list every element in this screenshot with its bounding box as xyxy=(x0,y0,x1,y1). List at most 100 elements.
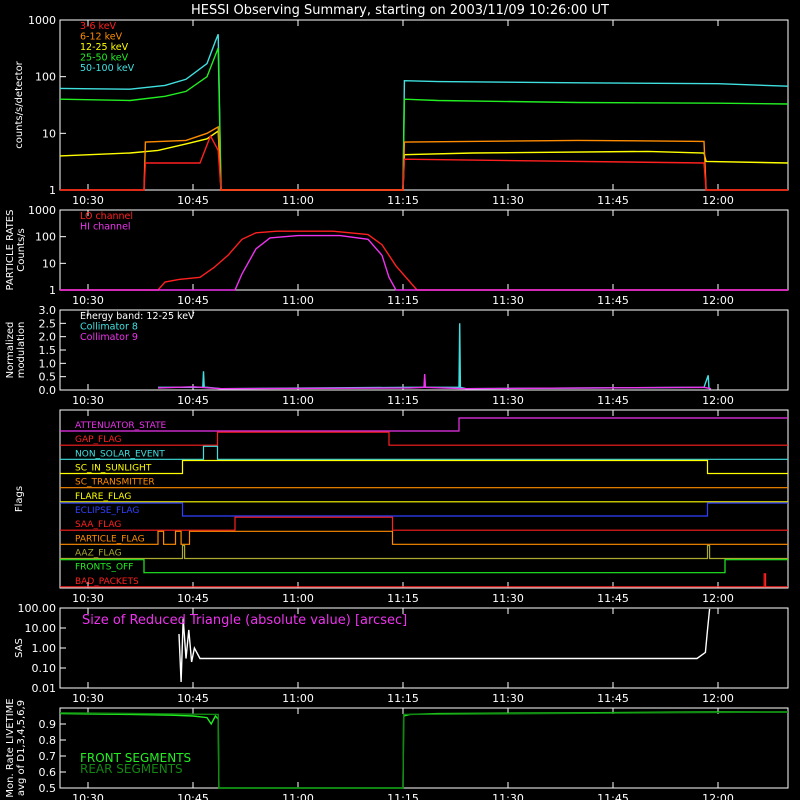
flags-frame xyxy=(59,409,789,589)
modulation-y-tick-label: 0.5 xyxy=(39,371,57,384)
modulation-y-label-2: modulation xyxy=(16,322,27,379)
livetime-x-tick-label: 11:00 xyxy=(282,792,314,800)
sas-y-tick-label: 0.10 xyxy=(32,662,57,675)
counts-legend-entry: 12-25 keV xyxy=(80,42,129,53)
livetime-series-rear-segments xyxy=(59,711,789,789)
counts-x-tick-label: 11:00 xyxy=(282,194,314,207)
counts-y-tick-label: 1000 xyxy=(28,14,56,27)
flag-line-bad-packets xyxy=(60,573,788,588)
livetime-y-tick-label: 0.9 xyxy=(39,718,57,731)
counts-legend-entry: 50-100 keV xyxy=(80,63,135,74)
sas-x-tick-label: 10:30 xyxy=(72,692,104,705)
counts-series-3-6-kev xyxy=(60,134,788,191)
flags-x-tick-label: 10:45 xyxy=(177,592,209,605)
flags-x-tick-label: 10:30 xyxy=(72,592,104,605)
modulation-legend-entry: Collimator 8 xyxy=(80,322,138,333)
counts-y-tick-label: 1 xyxy=(49,184,56,197)
livetime-x-tick-label: 10:45 xyxy=(177,792,209,800)
livetime-x-tick-label: 12:00 xyxy=(702,792,734,800)
sas-x-tick-label: 11:15 xyxy=(387,692,419,705)
flag-label-fronts-off: FRONTS_OFF xyxy=(75,563,133,573)
modulation-legend-entry: Energy band: 12-25 keV xyxy=(80,311,195,322)
counts-x-tick-label: 11:15 xyxy=(387,194,419,207)
particle-y-tick-label: 1 xyxy=(49,284,56,297)
modulation-y-tick-label: 0.0 xyxy=(39,384,57,397)
flag-label-attenuator-state: ATTENUATOR_STATE xyxy=(75,421,167,431)
counts-legend-entry: 6-12 keV xyxy=(80,32,123,43)
flag-line-gap-flag xyxy=(60,431,788,446)
flag-label-flare-flag: FLARE_FLAG xyxy=(75,492,131,502)
flag-label-saa-flag: SAA_FLAG xyxy=(75,520,121,530)
particle-y-label-2: Counts/s xyxy=(16,228,27,272)
modulation-series-collimator-8 xyxy=(158,323,711,390)
flag-label-bad-packets: BAD_PACKETS xyxy=(75,577,139,587)
sas-y-tick-label: 1.00 xyxy=(32,642,57,655)
particle-legend-entry: LO channel xyxy=(80,211,133,222)
flags-y-label: Flags xyxy=(14,486,25,512)
particle-x-tick-label: 11:00 xyxy=(282,294,314,307)
plot-title: HESSI Observing Summary, starting on 200… xyxy=(191,3,609,18)
flag-line-sc-in-sunlight xyxy=(60,459,788,475)
livetime-y-tick-label: 0.8 xyxy=(39,734,57,747)
flags-x-tick-label: 11:45 xyxy=(597,592,629,605)
flag-line-eclipse-flag xyxy=(60,502,788,517)
sas-x-tick-label: 10:45 xyxy=(177,692,209,705)
counts-frame xyxy=(59,19,789,191)
livetime-series-front-segments xyxy=(59,711,788,789)
modulation-y-label: Normalized xyxy=(5,322,16,379)
particle-series-lo-channel xyxy=(60,230,788,291)
sas-y-label: SAS xyxy=(14,638,25,658)
particle-y-tick-label: 100 xyxy=(35,231,56,244)
counts-series-12-25-kev xyxy=(59,129,789,191)
flag-line-attenuator-state xyxy=(60,417,788,432)
flags-x-tick-label: 12:00 xyxy=(702,592,734,605)
livetime-y-tick-label: 0.7 xyxy=(39,750,57,763)
sas-x-tick-label: 12:00 xyxy=(702,692,734,705)
modulation-x-tick-label: 11:45 xyxy=(597,394,629,407)
flag-label-aaz-flag: AAZ_FLAG xyxy=(75,549,122,559)
livetime-y-tick-label: 0.6 xyxy=(39,766,57,779)
sas-y-tick-label: 0.01 xyxy=(32,682,57,695)
flag-line-particle-flag xyxy=(60,530,788,545)
livetime-frame xyxy=(59,707,789,789)
flag-label-eclipse-flag: ECLIPSE_FLAG xyxy=(75,506,139,516)
particle-legend-entry: HI channel xyxy=(80,222,131,233)
counts-x-tick-label: 11:30 xyxy=(492,194,524,207)
sas-x-tick-label: 11:00 xyxy=(282,692,314,705)
particle-frame xyxy=(59,209,789,291)
flag-line-aaz-flag xyxy=(60,544,788,560)
livetime-legend-entry: REAR SEGMENTS xyxy=(80,762,183,776)
particle-x-tick-label: 10:30 xyxy=(72,294,104,307)
livetime-x-tick-label: 11:45 xyxy=(597,792,629,800)
summary-plot: HESSI Observing Summary, starting on 200… xyxy=(5,3,789,800)
counts-series-25-50-kev xyxy=(59,47,789,191)
modulation-x-tick-label: 10:45 xyxy=(177,394,209,407)
counts-series-50-100-kev xyxy=(59,34,789,191)
modulation-y-tick-label: 1.0 xyxy=(39,357,57,370)
counts-y-label: counts/s/detector xyxy=(14,60,25,148)
modulation-x-tick-label: 11:15 xyxy=(387,394,419,407)
modulation-y-tick-label: 1.5 xyxy=(39,344,57,357)
counts-x-tick-label: 12:00 xyxy=(702,194,734,207)
sas-x-tick-label: 11:45 xyxy=(597,692,629,705)
modulation-series-collimator-9 xyxy=(157,373,712,390)
modulation-y-tick-label: 3.0 xyxy=(39,304,57,317)
particle-y-label: PARTICLE RATES xyxy=(5,210,16,291)
counts-legend-entry: 3-6 keV xyxy=(80,21,117,32)
counts-y-tick-label: 10 xyxy=(42,127,56,140)
flag-label-gap-flag: GAP_FLAG xyxy=(75,435,121,445)
modulation-x-tick-label: 12:00 xyxy=(702,394,734,407)
counts-x-tick-label: 10:30 xyxy=(72,194,104,207)
livetime-y-tick-label: 0.5 xyxy=(39,782,57,795)
observing-summary-page: HESSI Observing Summary, starting on 200… xyxy=(0,0,800,800)
livetime-y-label-2: avg of D1,3,4,5,6,9 xyxy=(16,700,27,796)
modulation-y-tick-label: 2.5 xyxy=(39,317,57,330)
modulation-x-tick-label: 10:30 xyxy=(72,394,104,407)
counts-legend-entry: 25-50 keV xyxy=(80,53,129,64)
particle-y-tick-label: 10 xyxy=(42,257,56,270)
flag-line-saa-flag xyxy=(60,516,788,531)
livetime-x-tick-label: 11:15 xyxy=(387,792,419,800)
sas-y-tick-label: 100.00 xyxy=(18,602,57,615)
particle-x-tick-label: 12:00 xyxy=(702,294,734,307)
sas-x-tick-label: 11:30 xyxy=(492,692,524,705)
